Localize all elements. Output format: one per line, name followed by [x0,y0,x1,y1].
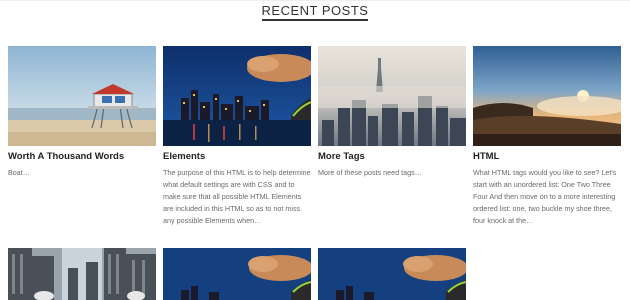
post-thumbnail-foggy-city[interactable] [318,46,466,146]
post-excerpt: What HTML tags would you like to see? Le… [473,168,617,225]
post-title-link[interactable]: Worth A Thousand Words [8,151,156,162]
post-excerpt: The purpose of this HTML is to help dete… [163,168,311,225]
post-card [8,248,156,300]
post-thumbnail-city-night[interactable] [163,46,311,146]
post-card [163,248,311,300]
post-thumbnail-city-night[interactable] [163,248,311,300]
post-card: HTML What HTML tags would you like to se… [473,46,621,227]
post-thumbnail-beach[interactable] [8,46,156,146]
header-divider [0,0,630,1]
post-thumbnail-sunset[interactable] [473,46,621,146]
post-title-link[interactable]: HTML [473,151,621,162]
post-card [318,248,466,300]
post-card: More Tags More of these posts need tags… [318,46,466,179]
post-title-link[interactable]: More Tags [318,151,466,162]
section-heading: RECENT POSTS [0,3,630,21]
post-card: Elements The purpose of this HTML is to … [163,46,311,227]
post-thumbnail-city-night[interactable] [318,248,466,300]
post-excerpt: Boat… [8,168,30,177]
post-excerpt: More of these posts need tags… [318,168,422,177]
section-heading-text: RECENT POSTS [261,3,369,21]
post-thumbnail-city-street[interactable] [8,248,156,300]
post-card: Worth A Thousand Words Boat… [8,46,156,179]
post-title-link[interactable]: Elements [163,151,311,162]
